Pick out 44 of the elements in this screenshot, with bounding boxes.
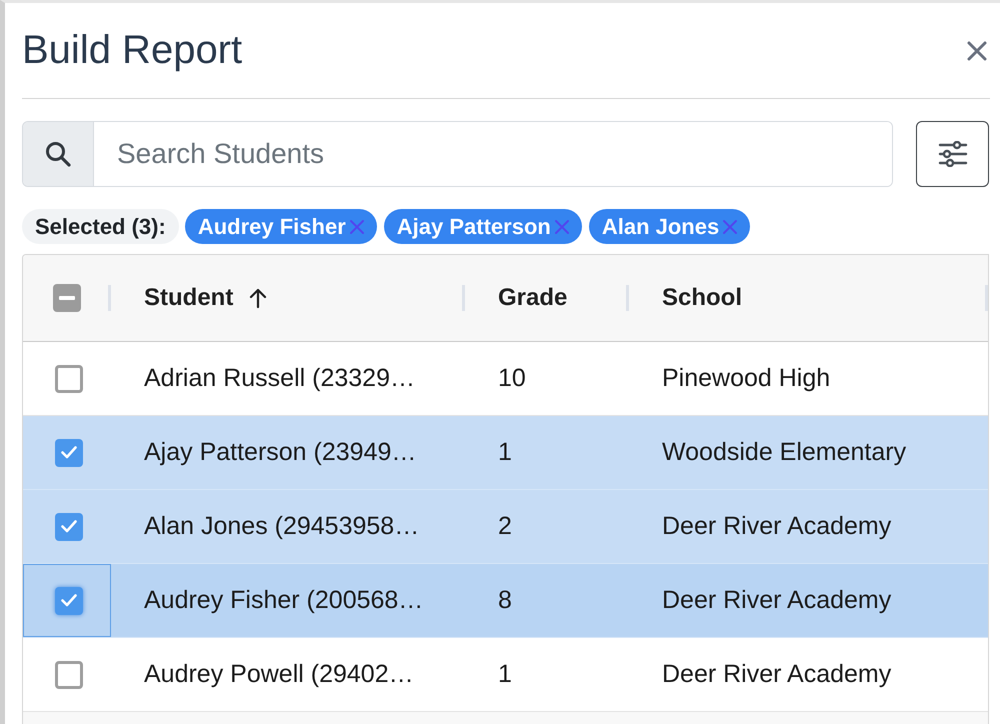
selected-chip[interactable]: Ajay Patterson (384, 209, 582, 244)
table-cell-text: Deer River Academy (662, 510, 892, 542)
row-checkbox[interactable] (54, 512, 82, 540)
filter-button[interactable] (916, 121, 989, 187)
table-cell-text: Alan Jones (29453958… (144, 510, 420, 542)
table-cell-text: Adrian Russell (23329… (144, 362, 415, 394)
check-icon (60, 446, 76, 459)
table-cell-text: Audrey Fisher (200568… (144, 584, 424, 616)
table-cell-text: Audrey Powell (29402… (144, 658, 414, 690)
table-cell-text: Ajay Patterson (23949… (144, 436, 416, 468)
selected-chip[interactable]: Audrey Fisher (184, 209, 377, 244)
check-icon (60, 594, 76, 607)
table-cell-text: 2 (498, 510, 512, 542)
row-checkbox[interactable] (54, 660, 82, 688)
column-header[interactable]: Grade (498, 280, 568, 316)
search-icon (23, 122, 94, 186)
table-row[interactable]: Audrey Fisher (200568… 8 Deer River Academy (23, 564, 988, 638)
dialog-title: Build Report (22, 30, 242, 70)
table-cell-text: Pinewood High (662, 362, 830, 394)
column-header[interactable]: School (662, 280, 742, 316)
table-cell-text: 1 (498, 436, 512, 468)
row-checkbox[interactable] (54, 364, 82, 392)
row-checkbox[interactable] (54, 438, 82, 466)
table-row[interactable]: Alan Jones (29453958… 2 Deer River Academy (23, 490, 988, 564)
table-cell-text: 1 (498, 658, 512, 690)
select-all-checkbox[interactable] (53, 284, 81, 312)
sort-arrow-icon[interactable] (249, 287, 268, 309)
selected-count: Selected (3): (22, 209, 179, 244)
check-icon (60, 520, 76, 533)
sliders-icon (938, 141, 968, 167)
table-row[interactable]: Ajay Patterson (23949… 1 Woodside Elementary (23, 416, 988, 490)
selected-chip[interactable]: Alan Jones (588, 209, 750, 244)
search-field[interactable]: Search Students (22, 121, 893, 187)
remove-icon[interactable] (554, 218, 570, 234)
remove-icon[interactable] (722, 218, 738, 234)
row-checkbox[interactable] (54, 586, 82, 614)
table-cell-text: Woodside Elementary (662, 436, 906, 468)
column-header[interactable]: Student (144, 280, 234, 316)
table-cell-text: Deer River Academy (662, 584, 892, 616)
table-cell-text: 8 (498, 584, 512, 616)
close-icon (967, 40, 987, 60)
table-cell-text: Deer River Academy (662, 658, 892, 690)
table-cell-text: 10 (498, 362, 526, 394)
remove-icon[interactable] (348, 218, 365, 234)
